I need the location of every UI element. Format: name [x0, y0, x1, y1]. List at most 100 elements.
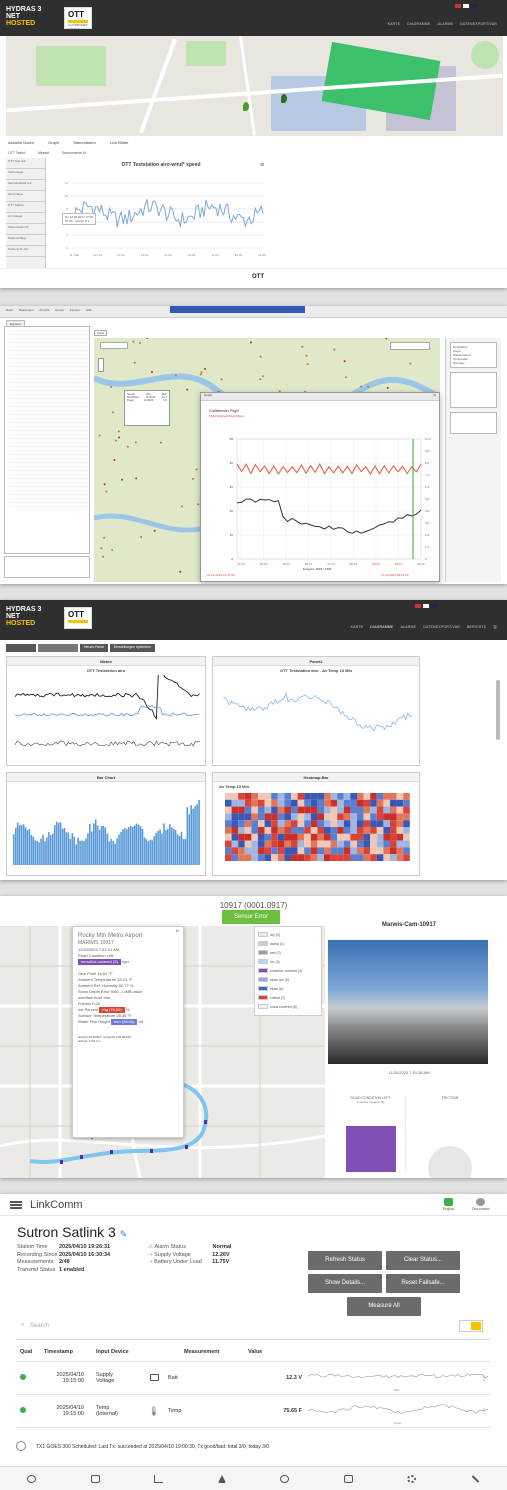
heat-cell	[357, 833, 364, 841]
language-badge[interactable]: Englisc	[443, 1198, 454, 1211]
osm-map[interactable]	[6, 36, 503, 136]
legend-item[interactable]: snow covered (8)	[258, 1002, 318, 1011]
heat-cell	[363, 847, 371, 855]
wrench-icon[interactable]	[471, 1474, 480, 1483]
heat-cell	[258, 833, 265, 841]
time-slider[interactable]	[390, 342, 430, 350]
save-settings-button[interactable]: Einstellungen speichern	[110, 644, 156, 652]
tab-aktuelle-daten[interactable]: Aktuelle Daten	[8, 140, 34, 145]
sidebar-item[interactable]: Vorhersage	[6, 169, 45, 180]
nav-berichte[interactable]: BERICHTE	[467, 625, 486, 631]
heat-cell	[244, 813, 252, 821]
menu-icon[interactable]: ≡	[493, 625, 497, 631]
station-dot	[186, 388, 189, 391]
zoom-control[interactable]	[98, 358, 104, 372]
menu-extras[interactable]: Extras	[55, 308, 64, 312]
station-dot	[409, 362, 412, 365]
tab-graph[interactable]: Graph	[48, 140, 59, 145]
page-tabs[interactable]	[38, 644, 78, 652]
sidebar-item[interactable]: GR Anlage	[6, 191, 45, 202]
page-tabs[interactable]	[6, 644, 36, 652]
gear-icon[interactable]	[407, 1474, 417, 1483]
heat-cell	[284, 840, 291, 848]
table-row[interactable]: 2025/04/10 19:15:00 Temp (Internal) 🌡 Temp…	[16, 1395, 491, 1428]
menu-ansicht[interactable]: Ansicht	[40, 308, 50, 312]
x-tick: 14:12	[237, 562, 245, 566]
view-toggle[interactable]	[459, 1320, 483, 1332]
nav-datenexport[interactable]: DATENEXPORT/VAR	[423, 625, 460, 631]
row-menu-icon[interactable]: ⋮	[481, 1375, 487, 1382]
station-dot	[197, 503, 200, 506]
legend-item[interactable]: Sonstige	[453, 361, 494, 365]
legend-item[interactable]: ice (3)	[258, 957, 318, 966]
search-input[interactable]: Search	[30, 1323, 49, 1329]
close-icon[interactable]: ×	[433, 393, 436, 399]
scrollbar[interactable]	[496, 680, 500, 740]
refresh-status-button[interactable]: Refresh Status	[308, 1251, 382, 1270]
sidebar-item[interactable]: OTT Station	[6, 202, 45, 213]
bar	[118, 834, 120, 865]
filter-station[interactable]: OTT Testst.	[8, 151, 26, 155]
terminal-icon[interactable]	[343, 1474, 353, 1483]
dashboard-icon[interactable]	[27, 1474, 37, 1483]
station-dot	[105, 490, 108, 493]
sidebar-item[interactable]: Lhr Anlage	[6, 213, 45, 224]
legend-item[interactable]: slush (6)	[258, 984, 318, 993]
camera-image[interactable]	[328, 940, 488, 1064]
nav-karte[interactable]: KARTE	[351, 625, 364, 631]
reset-failsafe-button[interactable]: Reset Failsafe...	[386, 1274, 460, 1293]
map-zoom-select[interactable]	[100, 342, 128, 349]
menu-bearbeiten[interactable]: Bearbeiten	[19, 308, 34, 312]
filter-box[interactable]	[450, 412, 497, 434]
hamburger-icon[interactable]	[10, 1201, 22, 1209]
clear-status-button[interactable]: Clear Status...	[386, 1251, 460, 1270]
antenna-icon[interactable]	[217, 1474, 226, 1483]
nav-datenexport[interactable]: DATENEXPORT/VAR	[460, 22, 497, 26]
show-details-button[interactable]: Show Details...	[308, 1274, 382, 1293]
tab-live-bilder[interactable]: Live Bilder	[110, 140, 129, 145]
legend-item[interactable]: damp (1)	[258, 939, 318, 948]
language-flags[interactable]	[415, 604, 437, 608]
sidebar-item[interactable]: OTT Test Anl.	[6, 158, 45, 169]
data-icon[interactable]	[90, 1474, 100, 1483]
edit-icon[interactable]: ✎	[120, 1229, 128, 1239]
legend-item[interactable]: dry (0)	[258, 930, 318, 939]
menu-datei[interactable]: Datei	[6, 308, 13, 312]
tab-stammdaten[interactable]: Stammdaten	[73, 140, 96, 145]
station-tree[interactable]	[4, 326, 90, 554]
tab-karte[interactable]: Karte	[94, 330, 108, 336]
chart-icon[interactable]	[154, 1474, 164, 1483]
layer-box[interactable]	[450, 372, 497, 408]
disconnect-badge[interactable]: Disconnect	[472, 1198, 489, 1211]
nav-alarme[interactable]: ALARME	[401, 625, 417, 631]
sidebar-item[interactable]: Wetterstation B	[6, 224, 45, 235]
nav-diagramme[interactable]: DIAGRAMME	[370, 625, 393, 631]
nav-karte[interactable]: KARTE	[388, 22, 401, 26]
filter-messstelle[interactable]: Messst.	[38, 151, 50, 155]
chart-menu-icon[interactable]: ≡	[260, 162, 264, 169]
filter-sensor[interactable]: Sensorwerte AL	[62, 151, 87, 155]
nav-alarme[interactable]: ALARME	[438, 22, 454, 26]
language-flags[interactable]	[455, 4, 477, 8]
sidebar-item[interactable]: Niederschl. Anl	[6, 246, 45, 257]
station-marker-icon[interactable]	[243, 102, 249, 111]
menu-hilfe[interactable]: Hilfe	[86, 308, 92, 312]
legend-item[interactable]: critical (7)	[258, 993, 318, 1002]
new-panel-button[interactable]: Neues Panel	[80, 644, 109, 652]
table-row[interactable]: 2025/04/10 19:15:00 Supply Voltage Batt 12…	[16, 1362, 491, 1395]
target-icon[interactable]	[280, 1474, 290, 1483]
svg-text:Temp: Temp	[394, 1421, 402, 1425]
sidebar-item[interactable]: Niederschlag	[6, 235, 45, 246]
menu-fenster[interactable]: Fenster	[70, 308, 80, 312]
bar	[20, 825, 23, 865]
nav-diagramme[interactable]: DIAGRAMME	[407, 22, 430, 26]
legend-item[interactable]: snow/ice covered (4)	[258, 966, 318, 975]
logo-line-3: HOSTED	[6, 20, 36, 27]
legend-item[interactable]: slush ice (5)	[258, 975, 318, 984]
legend-item[interactable]: wet (2)	[258, 948, 318, 957]
row-menu-icon[interactable]: ⋮	[481, 1408, 487, 1415]
sidebar-item[interactable]: Sensortabelle Anl.	[6, 180, 45, 191]
close-icon[interactable]: ×	[175, 929, 179, 935]
station-marker-icon[interactable]	[281, 94, 287, 103]
station-dot	[133, 361, 136, 364]
